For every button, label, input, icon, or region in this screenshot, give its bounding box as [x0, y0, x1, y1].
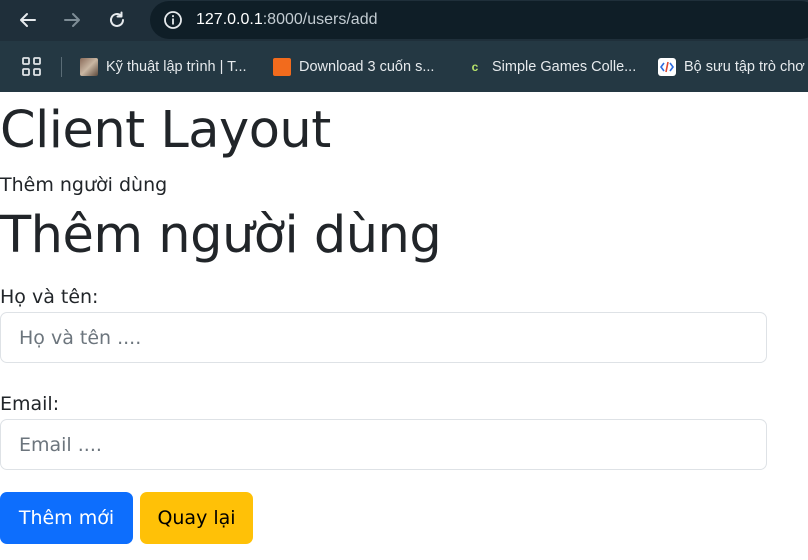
- bookmark-code-icon: [658, 58, 676, 76]
- url-host: 127.0.0.1: [196, 11, 263, 28]
- bookmarks-bar: Kỹ thuật lập trình | T... Download 3 cuố…: [0, 41, 808, 92]
- address-bar[interactable]: 127.0.0.1:8000/users/add: [150, 1, 808, 39]
- page-title: Thêm người dùng: [0, 206, 442, 265]
- bookmark-orange-icon: [273, 58, 291, 76]
- bookmark-item[interactable]: Download 3 cuốn s...: [273, 56, 434, 78]
- browser-chrome: 127.0.0.1:8000/users/add Kỹ thuật lập tr…: [0, 0, 808, 92]
- url-path: :8000/users/add: [262, 11, 378, 28]
- email-label: Email:: [0, 393, 60, 415]
- site-info-icon[interactable]: [162, 9, 184, 31]
- fullname-input[interactable]: [0, 312, 767, 363]
- add-new-button[interactable]: Thêm mới: [0, 492, 133, 544]
- email-input[interactable]: [0, 419, 767, 470]
- bookmark-item[interactable]: c Simple Games Colle...: [466, 56, 637, 78]
- back-arrow-icon[interactable]: [17, 9, 39, 31]
- breadcrumb: Thêm người dùng: [0, 174, 168, 196]
- back-button[interactable]: Quay lại: [140, 492, 253, 544]
- fullname-label: Họ và tên:: [0, 286, 99, 308]
- layout-title: Client Layout: [0, 101, 331, 160]
- url-text: 127.0.0.1:8000/users/add: [196, 11, 377, 29]
- browser-nav-row: 127.0.0.1:8000/users/add: [0, 0, 808, 41]
- bookmark-item[interactable]: Bộ sưu tập trò chơ: [658, 56, 805, 78]
- bookmark-label: Kỹ thuật lập trình | T...: [106, 59, 247, 75]
- reload-icon[interactable]: [106, 9, 128, 31]
- bookmark-label: Simple Games Colle...: [492, 59, 637, 75]
- bookmark-photo-icon: [80, 58, 98, 76]
- bookmark-item[interactable]: Kỹ thuật lập trình | T...: [80, 56, 247, 78]
- bookmarks-separator: [61, 57, 62, 77]
- forward-arrow-icon[interactable]: [61, 9, 83, 31]
- bookmark-label: Download 3 cuốn s...: [299, 59, 435, 75]
- apps-grid-icon[interactable]: [22, 57, 41, 80]
- bookmark-c-icon: c: [471, 60, 479, 74]
- bookmark-label: Bộ sưu tập trò chơ: [684, 59, 805, 75]
